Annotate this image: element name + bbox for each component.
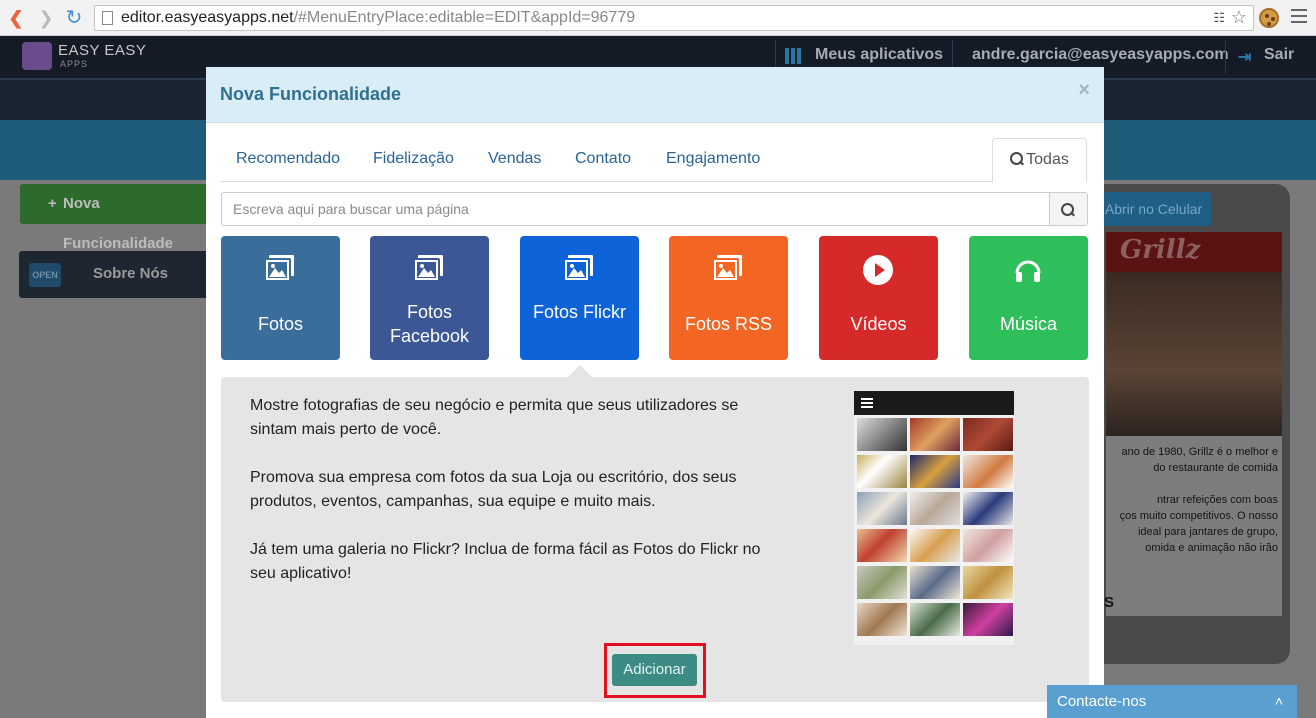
plus-icon: + bbox=[48, 195, 57, 212]
search-icon bbox=[1060, 203, 1074, 216]
tab-contato[interactable]: Contato bbox=[575, 138, 631, 182]
browser-menu-icon[interactable] bbox=[1291, 9, 1307, 27]
highlight-box bbox=[604, 643, 706, 698]
tile-label: Vídeos bbox=[850, 314, 907, 334]
gallery-thumbnail bbox=[910, 455, 960, 488]
modal-title: Nova Funcionalidade bbox=[220, 84, 402, 104]
gallery-thumbnail bbox=[963, 529, 1013, 562]
gallery-thumbnail bbox=[857, 529, 907, 562]
gallery-thumbnail bbox=[857, 492, 907, 525]
description-paragraph: Mostre fotografias de seu negócio e perm… bbox=[250, 397, 739, 438]
tile-label: Música bbox=[999, 314, 1057, 334]
tile-label: Fotos Facebook bbox=[389, 302, 470, 346]
image-icon bbox=[713, 255, 742, 281]
tab-recomendado[interactable]: Recomendado bbox=[236, 138, 340, 182]
modal-header: Nova Funcionalidade × bbox=[206, 67, 1104, 123]
new-feature-modal: Nova Funcionalidade × Recomendado Fideli… bbox=[206, 67, 1104, 718]
logout-icon: ⇥ bbox=[1238, 49, 1252, 66]
my-apps-link[interactable]: Meus aplicativos bbox=[815, 46, 943, 64]
translate-icon[interactable]: ☷ bbox=[1213, 10, 1225, 26]
image-icon bbox=[564, 255, 593, 281]
tile-fotos[interactable]: Fotos bbox=[221, 236, 340, 360]
gallery-thumbnail bbox=[963, 603, 1013, 636]
gallery-thumbnail bbox=[910, 603, 960, 636]
open-on-phone-button[interactable]: Abrir no Celular bbox=[1096, 192, 1211, 226]
menu-item-about[interactable]: OPEN Sobre Nós bbox=[19, 251, 209, 298]
back-arrow-icon[interactable]: ❮ bbox=[6, 8, 26, 28]
app-logo-subtext: APPS bbox=[60, 59, 89, 69]
app-logo-text: EASY EASY bbox=[58, 42, 147, 59]
restaurant-photo bbox=[1106, 272, 1282, 436]
hamburger-icon bbox=[861, 398, 873, 408]
contact-label: Contacte-nos bbox=[1057, 693, 1147, 710]
user-email[interactable]: andre.garcia@easyeasyapps.com bbox=[972, 46, 1229, 64]
tile-musica[interactable]: Música bbox=[969, 236, 1088, 360]
tab-todas-label: Todas bbox=[1026, 151, 1069, 168]
chevron-up-icon[interactable]: ˄ bbox=[1275, 685, 1283, 718]
search-icon bbox=[1010, 152, 1024, 165]
preview-header bbox=[854, 391, 1014, 415]
gallery-thumbnail bbox=[857, 566, 907, 599]
logout-link[interactable]: Sair bbox=[1264, 46, 1294, 64]
tile-fotos-rss[interactable]: Fotos RSS bbox=[669, 236, 788, 360]
tab-fidelizacao[interactable]: Fidelização bbox=[373, 138, 454, 182]
bookmark-star-icon[interactable]: ☆ bbox=[1231, 7, 1247, 28]
page-icon bbox=[102, 11, 113, 25]
gallery-thumbnail bbox=[857, 603, 907, 636]
tile-videos[interactable]: Vídeos bbox=[819, 236, 938, 360]
tile-label: Fotos RSS bbox=[684, 314, 773, 334]
new-feature-button[interactable]: + Nova Funcionalidade bbox=[20, 184, 210, 252]
phone-description-text: ano de 1980, Grillz é o melhor e do rest… bbox=[1106, 436, 1282, 616]
page-search bbox=[221, 192, 1088, 226]
gallery-thumbnail bbox=[910, 566, 960, 599]
image-icon bbox=[414, 255, 443, 281]
url-text[interactable]: editor.easyeasyapps.net/#MenuEntryPlace:… bbox=[121, 9, 635, 27]
forward-arrow-icon[interactable]: ❯ bbox=[36, 8, 56, 28]
gallery-thumbnail bbox=[963, 492, 1013, 525]
tile-label: Fotos Flickr bbox=[532, 302, 626, 322]
gallery-thumbnail bbox=[963, 566, 1013, 599]
close-icon[interactable]: × bbox=[1078, 79, 1090, 102]
search-button[interactable] bbox=[1049, 193, 1087, 225]
selection-pointer bbox=[568, 365, 592, 377]
tile-fotos-flickr[interactable]: Fotos Flickr bbox=[520, 236, 639, 360]
description-paragraph: Promova sua empresa com fotos da sua Loj… bbox=[250, 469, 737, 510]
app-logo-icon bbox=[22, 42, 52, 70]
image-icon bbox=[265, 255, 294, 281]
cookie-extension-icon[interactable] bbox=[1259, 8, 1279, 28]
play-icon bbox=[863, 255, 893, 285]
search-input[interactable] bbox=[222, 193, 1050, 225]
grillz-logo: Grillz bbox=[1120, 235, 1201, 265]
gallery-thumbnail bbox=[963, 418, 1013, 451]
phone-heading-fragment: S bbox=[1104, 594, 1115, 611]
tile-label: Fotos bbox=[257, 314, 304, 334]
gallery-thumbnail bbox=[857, 455, 907, 488]
tab-todas[interactable]: Todas bbox=[992, 138, 1087, 183]
description-paragraph: Já tem uma galeria no Flickr? Inclua de … bbox=[250, 541, 761, 582]
tab-engajamento[interactable]: Engajamento bbox=[666, 138, 760, 182]
reload-icon[interactable]: ↻ bbox=[64, 8, 84, 28]
gallery-preview-image bbox=[854, 391, 1014, 645]
tile-fotos-facebook[interactable]: Fotos Facebook bbox=[370, 236, 489, 360]
tab-vendas[interactable]: Vendas bbox=[488, 138, 541, 182]
gallery-thumbnail bbox=[910, 418, 960, 451]
open-sign-icon: OPEN bbox=[29, 263, 61, 287]
category-tabs: Recomendado Fidelização Vendas Contato E… bbox=[221, 138, 1087, 183]
contact-widget[interactable]: Contacte-nos ˄ bbox=[1047, 685, 1297, 718]
gallery-thumbnail bbox=[963, 455, 1013, 488]
headphones-icon bbox=[1015, 260, 1041, 282]
browser-toolbar: ❮ ❯ ↻ editor.easyeasyapps.net/#MenuEntry… bbox=[0, 0, 1316, 36]
gallery-thumbnail bbox=[857, 418, 907, 451]
feature-description: Mostre fotografias de seu negócio e perm… bbox=[250, 394, 780, 610]
grid-icon bbox=[785, 48, 801, 64]
header-divider bbox=[1225, 40, 1226, 74]
gallery-thumbnail bbox=[910, 529, 960, 562]
menu-item-label: Sobre Nós bbox=[93, 265, 169, 282]
gallery-thumbnail bbox=[910, 492, 960, 525]
address-bar[interactable]: editor.easyeasyapps.net/#MenuEntryPlace:… bbox=[94, 5, 1254, 31]
